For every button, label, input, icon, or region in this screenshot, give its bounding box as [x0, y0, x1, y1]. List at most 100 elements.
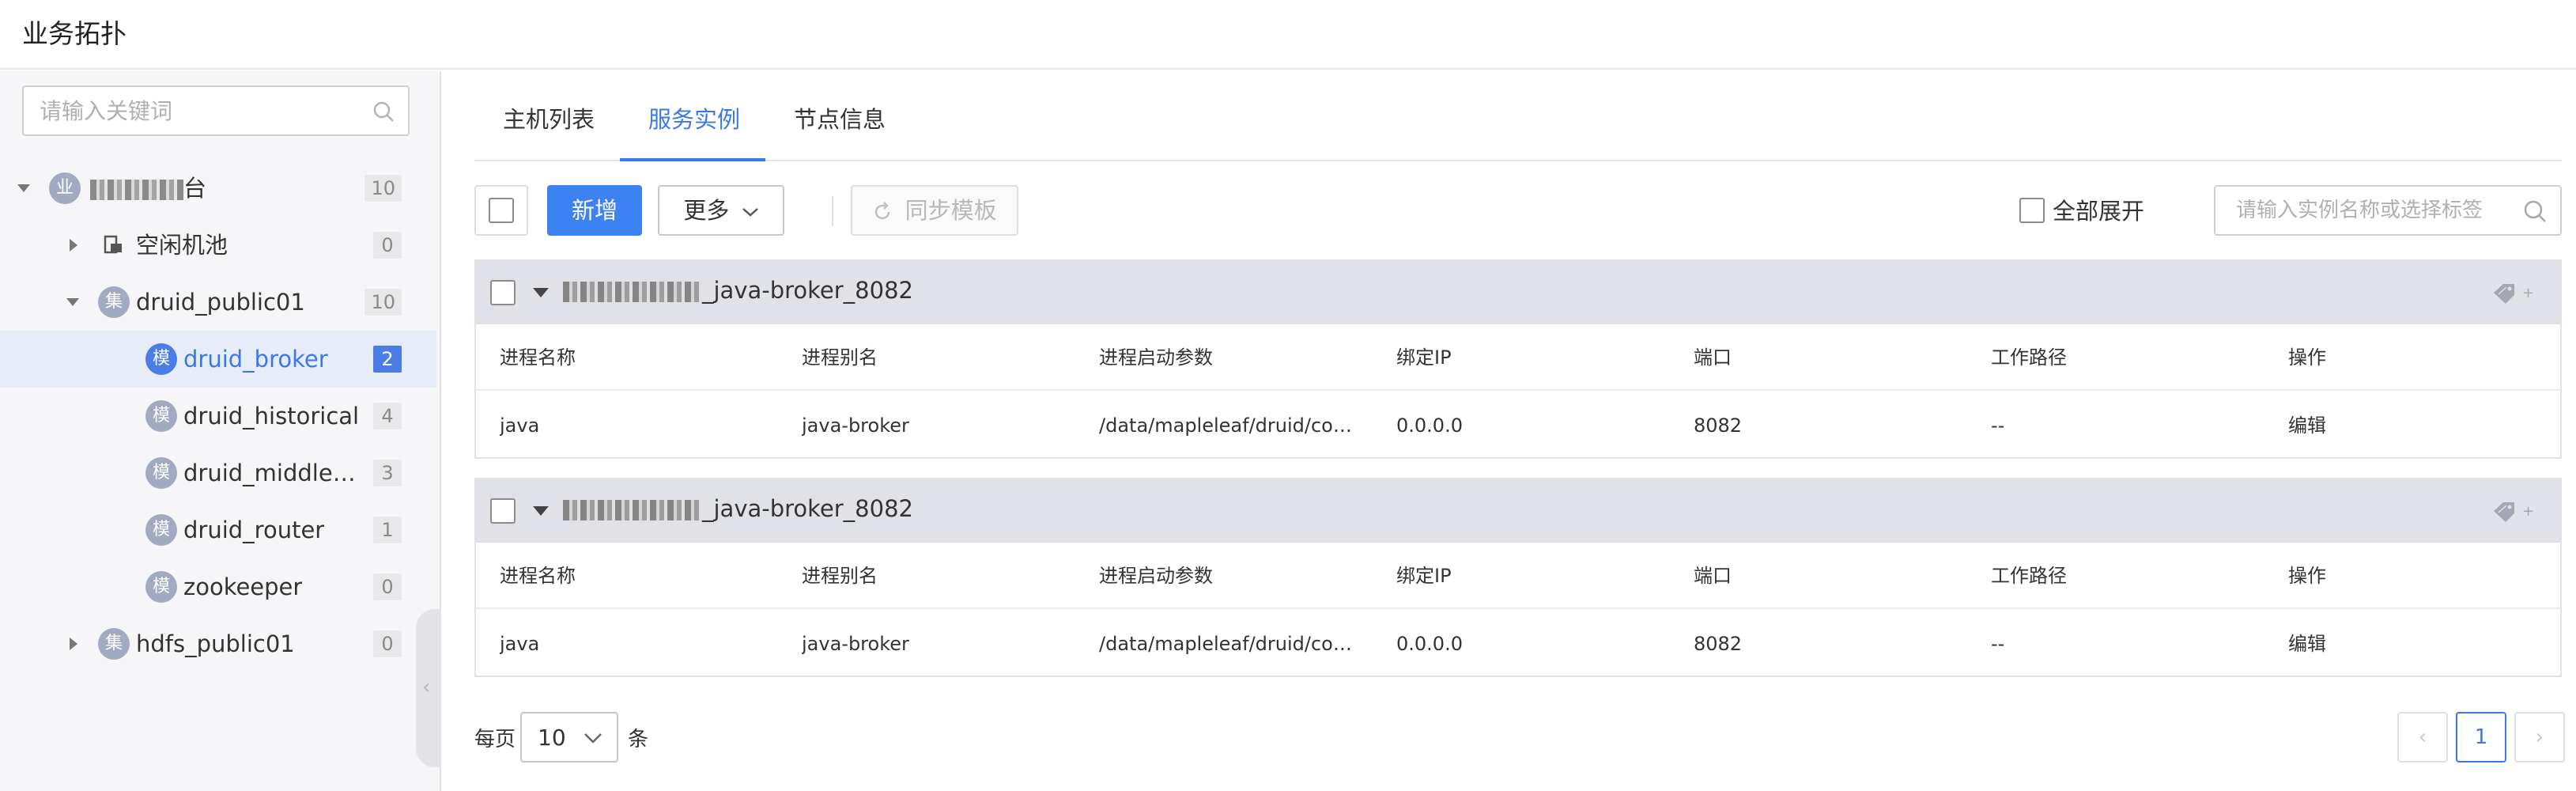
process-name: java — [500, 414, 540, 437]
process-alias: java-broker — [802, 633, 909, 655]
instance-name: _java-broker_8082 — [563, 495, 913, 522]
select-all-box[interactable] — [474, 185, 528, 236]
add-tag-icon[interactable]: + — [2491, 500, 2533, 524]
table-row: java java-broker /data/mapleleaf/druid/c… — [476, 611, 2560, 677]
edit-link[interactable]: 编辑 — [2288, 392, 2326, 459]
select-all-checkbox[interactable] — [489, 198, 514, 223]
tree-node-druid-router[interactable]: 模 druid_router 1 — [0, 501, 436, 558]
col-work-path: 工作路径 — [1991, 346, 2067, 369]
tab-bar: 主机列表 服务实例 节点信息 — [474, 71, 2562, 161]
more-dropdown[interactable]: 更多 — [658, 185, 784, 236]
tab-service-instances[interactable]: 服务实例 — [648, 101, 740, 134]
sidebar-collapse-handle[interactable]: ‹ — [416, 609, 441, 767]
sync-template-button[interactable]: 同步模板 — [851, 185, 1018, 236]
next-page-button[interactable]: › — [2514, 712, 2565, 763]
tree-node-druid-broker[interactable]: 模 druid_broker 2 — [0, 331, 436, 388]
toolbar-divider — [832, 196, 833, 226]
col-process-alias: 进程别名 — [802, 565, 878, 587]
refresh-icon — [875, 202, 890, 220]
add-tag-icon[interactable]: + — [2491, 282, 2533, 305]
sync-template-label: 同步模板 — [905, 197, 997, 224]
col-work-path: 工作路径 — [1991, 565, 2067, 587]
tree-node-zookeeper[interactable]: 模 zookeeper 0 — [0, 558, 436, 615]
tree-node-label: druid_router — [183, 517, 325, 543]
tree-node-druid-historical[interactable]: 模 druid_historical 4 — [0, 388, 436, 445]
instance-checkbox[interactable] — [490, 280, 516, 305]
instance-card: _java-broker_8082 + 进程名称 进程别名 进程启动参数 绑定I… — [474, 259, 2562, 459]
node-count: 10 — [364, 289, 402, 316]
expand-all-label[interactable]: 全部展开 — [2053, 193, 2144, 226]
tree-node-label: hdfs_public01 — [136, 630, 295, 657]
cluster-badge: 集 — [98, 286, 130, 318]
toolbar: 新增 更多 同步模板 全部展开 — [474, 185, 2562, 239]
top-bar: 业务拓扑 — [0, 0, 2576, 70]
page-size-value: 10 — [538, 725, 566, 751]
tree-node-label: druid_middlemanager — [183, 460, 367, 486]
node-count: 4 — [373, 403, 402, 430]
chevron-down-icon — [584, 733, 602, 744]
col-process-name: 进程名称 — [500, 565, 576, 587]
caret-right-icon[interactable] — [63, 634, 82, 653]
tree-node-business[interactable]: 业 台 10 — [0, 160, 436, 217]
add-button[interactable]: 新增 — [547, 185, 642, 236]
caret-down-icon[interactable] — [531, 505, 550, 517]
tree-node-cluster-hdfs[interactable]: 集 hdfs_public01 0 — [0, 615, 436, 672]
caret-right-icon[interactable] — [63, 236, 82, 255]
caret-down-icon[interactable] — [14, 179, 33, 198]
prev-page-button[interactable]: ‹ — [2397, 712, 2448, 763]
node-count: 1 — [373, 517, 402, 543]
instance-card-header[interactable]: _java-broker_8082 + — [476, 261, 2560, 324]
tree-node-label: zookeeper — [183, 573, 303, 600]
tree-search-input[interactable] — [40, 87, 372, 134]
tree-node-label: druid_historical — [183, 403, 360, 430]
work-path: -- — [1991, 633, 2005, 655]
col-port: 端口 — [1694, 565, 1732, 587]
work-path: -- — [1991, 414, 2005, 437]
search-icon[interactable] — [372, 100, 395, 123]
per-page-prefix: 每页 — [474, 728, 516, 751]
table-row: java java-broker /data/mapleleaf/druid/c… — [476, 392, 2560, 459]
page-size-select[interactable]: 10 — [520, 712, 618, 763]
tab-host-list[interactable]: 主机列表 — [503, 101, 595, 134]
instance-name: _java-broker_8082 — [563, 277, 913, 304]
module-badge: 模 — [145, 514, 177, 546]
instance-checkbox[interactable] — [490, 498, 516, 524]
node-count: 0 — [373, 232, 402, 259]
page-button-current[interactable]: 1 — [2456, 712, 2506, 763]
expand-all-checkbox[interactable] — [2019, 198, 2045, 223]
svg-text:+: + — [2522, 285, 2533, 301]
caret-down-icon[interactable] — [531, 286, 550, 299]
tab-node-info[interactable]: 节点信息 — [794, 101, 886, 134]
instance-search-box[interactable] — [2214, 185, 2562, 236]
svg-text:+: + — [2522, 503, 2533, 520]
chevron-left-icon: ‹ — [422, 676, 431, 699]
process-name: java — [500, 633, 540, 655]
bind-ip: 0.0.0.0 — [1396, 414, 1463, 437]
search-icon[interactable] — [2522, 199, 2548, 224]
active-tab-indicator — [620, 158, 765, 161]
module-badge: 模 — [145, 400, 177, 432]
business-badge: 业 — [49, 172, 81, 204]
col-process-name: 进程名称 — [500, 346, 576, 369]
tree-search-box[interactable] — [22, 85, 410, 136]
tree-node-label: druid_public01 — [136, 289, 305, 316]
tree-node-cluster-druid[interactable]: 集 druid_public01 10 — [0, 274, 436, 331]
process-alias: java-broker — [802, 414, 909, 437]
node-count: 3 — [373, 460, 402, 486]
instance-card-header[interactable]: _java-broker_8082 + — [476, 479, 2560, 543]
start-params: /data/mapleleaf/druid/con... — [1099, 633, 1360, 655]
node-count: 2 — [373, 346, 402, 373]
per-page-suffix: 条 — [628, 728, 649, 751]
instance-search-input[interactable] — [2236, 187, 2521, 234]
tree-node-druid-middlemanager[interactable]: 模 druid_middlemanager 3 — [0, 445, 436, 501]
module-badge: 模 — [145, 457, 177, 489]
caret-down-icon[interactable] — [63, 293, 82, 312]
node-count: 0 — [373, 573, 402, 600]
start-params: /data/mapleleaf/druid/con... — [1099, 414, 1360, 437]
node-count: 10 — [364, 175, 402, 202]
col-actions: 操作 — [2288, 565, 2326, 587]
tree-node-idle-pool[interactable]: 空闲机池 0 — [0, 217, 436, 274]
idle-pool-icon — [104, 235, 122, 254]
table-header: 进程名称 进程别名 进程启动参数 绑定IP 端口 工作路径 操作 — [476, 324, 2560, 391]
edit-link[interactable]: 编辑 — [2288, 611, 2326, 677]
